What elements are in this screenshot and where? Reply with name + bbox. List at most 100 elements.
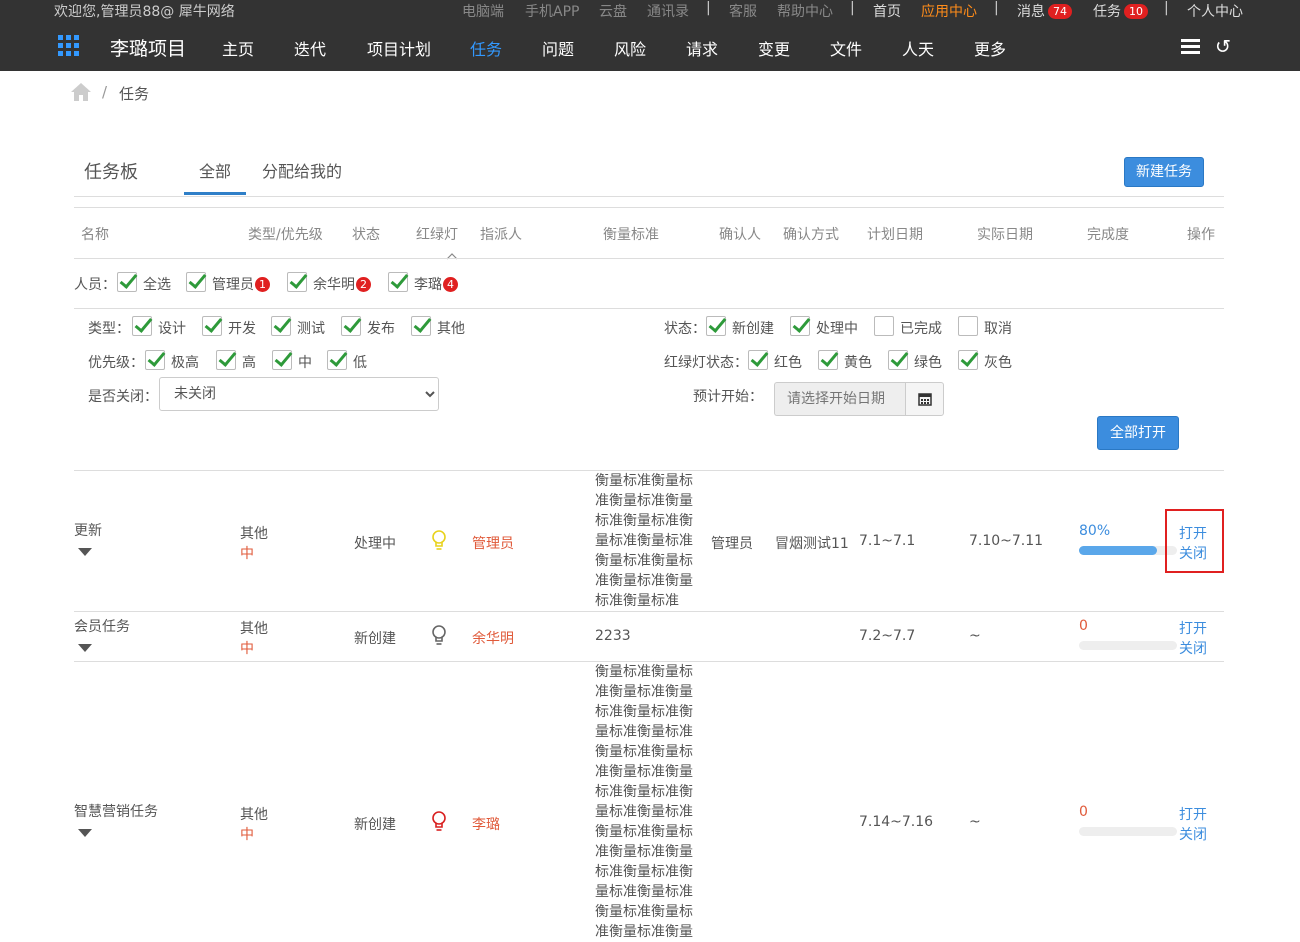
priority-checkbox-low[interactable] bbox=[327, 350, 347, 370]
active-tab-indicator bbox=[184, 192, 246, 195]
expand-row-icon[interactable] bbox=[78, 829, 92, 837]
open-task-link[interactable]: 打开 bbox=[1179, 618, 1207, 638]
link-home[interactable]: 首页 bbox=[873, 1, 901, 21]
new-task-button[interactable]: 新建任务 bbox=[1124, 157, 1204, 187]
task-status: 新创建 bbox=[354, 817, 396, 833]
divider bbox=[74, 196, 1224, 197]
col-measure: 衡量标准 bbox=[603, 227, 659, 243]
divider bbox=[74, 207, 1224, 208]
task-assignee[interactable]: 管理员 bbox=[472, 533, 514, 553]
people-checkbox-all[interactable] bbox=[117, 272, 137, 292]
col-actions: 操作 bbox=[1187, 227, 1215, 243]
task-plan-date: 7.2~7.7 bbox=[859, 628, 916, 644]
home-icon[interactable] bbox=[70, 82, 92, 102]
task-status: 处理中 bbox=[354, 536, 396, 552]
people-checkbox-yuhuaming[interactable] bbox=[287, 272, 307, 292]
nav-project-plan[interactable]: 项目计划 bbox=[367, 36, 431, 60]
nav-issues[interactable]: 问题 bbox=[542, 36, 574, 60]
priority-checkbox-medium[interactable] bbox=[272, 350, 292, 370]
people-label-lilu: 李璐 4 bbox=[414, 274, 458, 294]
light-checkbox-yellow[interactable] bbox=[818, 350, 838, 370]
task-assignee[interactable]: 李璐 bbox=[472, 814, 500, 834]
progress-bar bbox=[1079, 546, 1177, 555]
expand-row-icon[interactable] bbox=[78, 644, 92, 652]
project-title[interactable]: 李璐项目 bbox=[110, 34, 186, 61]
link-cloud-disk[interactable]: 云盘 bbox=[599, 1, 627, 21]
nav-man-days[interactable]: 人天 bbox=[902, 36, 934, 60]
start-date-input[interactable] bbox=[774, 382, 906, 416]
link-tasks[interactable]: 任务 10 bbox=[1093, 1, 1148, 21]
task-confirmer: 管理员 bbox=[711, 536, 753, 552]
status-checkbox-in-progress[interactable] bbox=[790, 316, 810, 336]
task-name[interactable]: 智慧营销任务 bbox=[74, 801, 158, 821]
light-checkbox-red[interactable] bbox=[748, 350, 768, 370]
nav-home[interactable]: 主页 bbox=[222, 36, 254, 60]
divider: | bbox=[706, 0, 711, 16]
task-progress-text: 0 bbox=[1079, 804, 1088, 820]
task-priority: 中 bbox=[240, 827, 254, 843]
link-personal-center[interactable]: 个人中心 bbox=[1187, 1, 1243, 21]
task-assignee[interactable]: 余华明 bbox=[472, 628, 514, 648]
main-navbar: 李璐项目 主页 迭代 项目计划 任务 问题 风险 请求 变更 文件 人天 更多 … bbox=[0, 22, 1300, 71]
nav-tasks[interactable]: 任务 bbox=[470, 36, 502, 60]
close-task-link[interactable]: 关闭 bbox=[1179, 824, 1207, 844]
people-checkbox-lilu[interactable] bbox=[388, 272, 408, 292]
light-label-red: 红色 bbox=[774, 355, 802, 371]
light-checkbox-gray[interactable] bbox=[958, 350, 978, 370]
tab-all[interactable]: 全部 bbox=[199, 158, 231, 182]
link-contacts[interactable]: 通讯录 bbox=[647, 1, 689, 21]
highlight-box bbox=[1165, 509, 1224, 573]
tab-assigned-to-me[interactable]: 分配给我的 bbox=[262, 158, 342, 182]
open-all-button[interactable]: 全部打开 bbox=[1097, 416, 1179, 450]
link-app-center[interactable]: 应用中心 bbox=[921, 1, 977, 21]
link-customer-service[interactable]: 客服 bbox=[729, 1, 757, 21]
priority-checkbox-highest[interactable] bbox=[145, 350, 165, 370]
back-icon[interactable]: ↺ bbox=[1215, 36, 1231, 58]
closed-filter-select[interactable]: 未关闭 bbox=[159, 377, 439, 411]
task-name[interactable]: 会员任务 bbox=[74, 616, 130, 636]
status-checkbox-done[interactable] bbox=[874, 316, 894, 336]
apps-grid-icon[interactable] bbox=[58, 35, 80, 57]
link-desktop[interactable]: 电脑端 bbox=[462, 1, 504, 21]
status-checkbox-cancelled[interactable] bbox=[958, 316, 978, 336]
type-label-test: 测试 bbox=[297, 321, 325, 337]
col-type-priority: 类型/优先级 bbox=[248, 227, 323, 243]
status-label-done: 已完成 bbox=[900, 321, 942, 337]
count-badge: 2 bbox=[356, 277, 371, 292]
expand-row-icon[interactable] bbox=[78, 548, 92, 556]
type-checkbox-design[interactable] bbox=[132, 316, 152, 336]
priority-checkbox-high[interactable] bbox=[216, 350, 236, 370]
task-priority: 中 bbox=[240, 546, 254, 562]
open-task-link[interactable]: 打开 bbox=[1179, 804, 1207, 824]
type-checkbox-release[interactable] bbox=[341, 316, 361, 336]
type-checkbox-test[interactable] bbox=[271, 316, 291, 336]
type-label-design: 设计 bbox=[158, 321, 186, 337]
type-checkbox-other[interactable] bbox=[411, 316, 431, 336]
calendar-button[interactable] bbox=[905, 382, 944, 416]
nav-files[interactable]: 文件 bbox=[830, 36, 862, 60]
close-task-link[interactable]: 关闭 bbox=[1179, 638, 1207, 658]
link-messages[interactable]: 消息 74 bbox=[1017, 1, 1072, 21]
task-type: 其他 bbox=[240, 526, 268, 542]
type-checkbox-dev[interactable] bbox=[202, 316, 222, 336]
people-checkbox-admin[interactable] bbox=[186, 272, 206, 292]
divider bbox=[74, 611, 1224, 612]
task-name[interactable]: 更新 bbox=[74, 520, 102, 540]
progress-fill bbox=[1079, 546, 1158, 555]
people-label-admin: 管理员 1 bbox=[212, 274, 270, 294]
nav-requests[interactable]: 请求 bbox=[686, 36, 718, 60]
light-label-green: 绿色 bbox=[914, 355, 942, 371]
task-actual-date: ~ bbox=[969, 814, 981, 830]
link-help-center[interactable]: 帮助中心 bbox=[777, 1, 833, 21]
light-checkbox-green[interactable] bbox=[888, 350, 908, 370]
nav-risks[interactable]: 风险 bbox=[614, 36, 646, 60]
tasks-badge: 10 bbox=[1124, 4, 1148, 19]
divider bbox=[74, 308, 1224, 309]
col-plan-date: 计划日期 bbox=[867, 227, 923, 243]
status-checkbox-new[interactable] bbox=[706, 316, 726, 336]
nav-iteration[interactable]: 迭代 bbox=[294, 36, 326, 60]
nav-changes[interactable]: 变更 bbox=[758, 36, 790, 60]
nav-more[interactable]: 更多 bbox=[974, 36, 1006, 60]
link-mobile-app[interactable]: 手机APP bbox=[525, 1, 579, 21]
menu-icon[interactable] bbox=[1181, 39, 1200, 54]
